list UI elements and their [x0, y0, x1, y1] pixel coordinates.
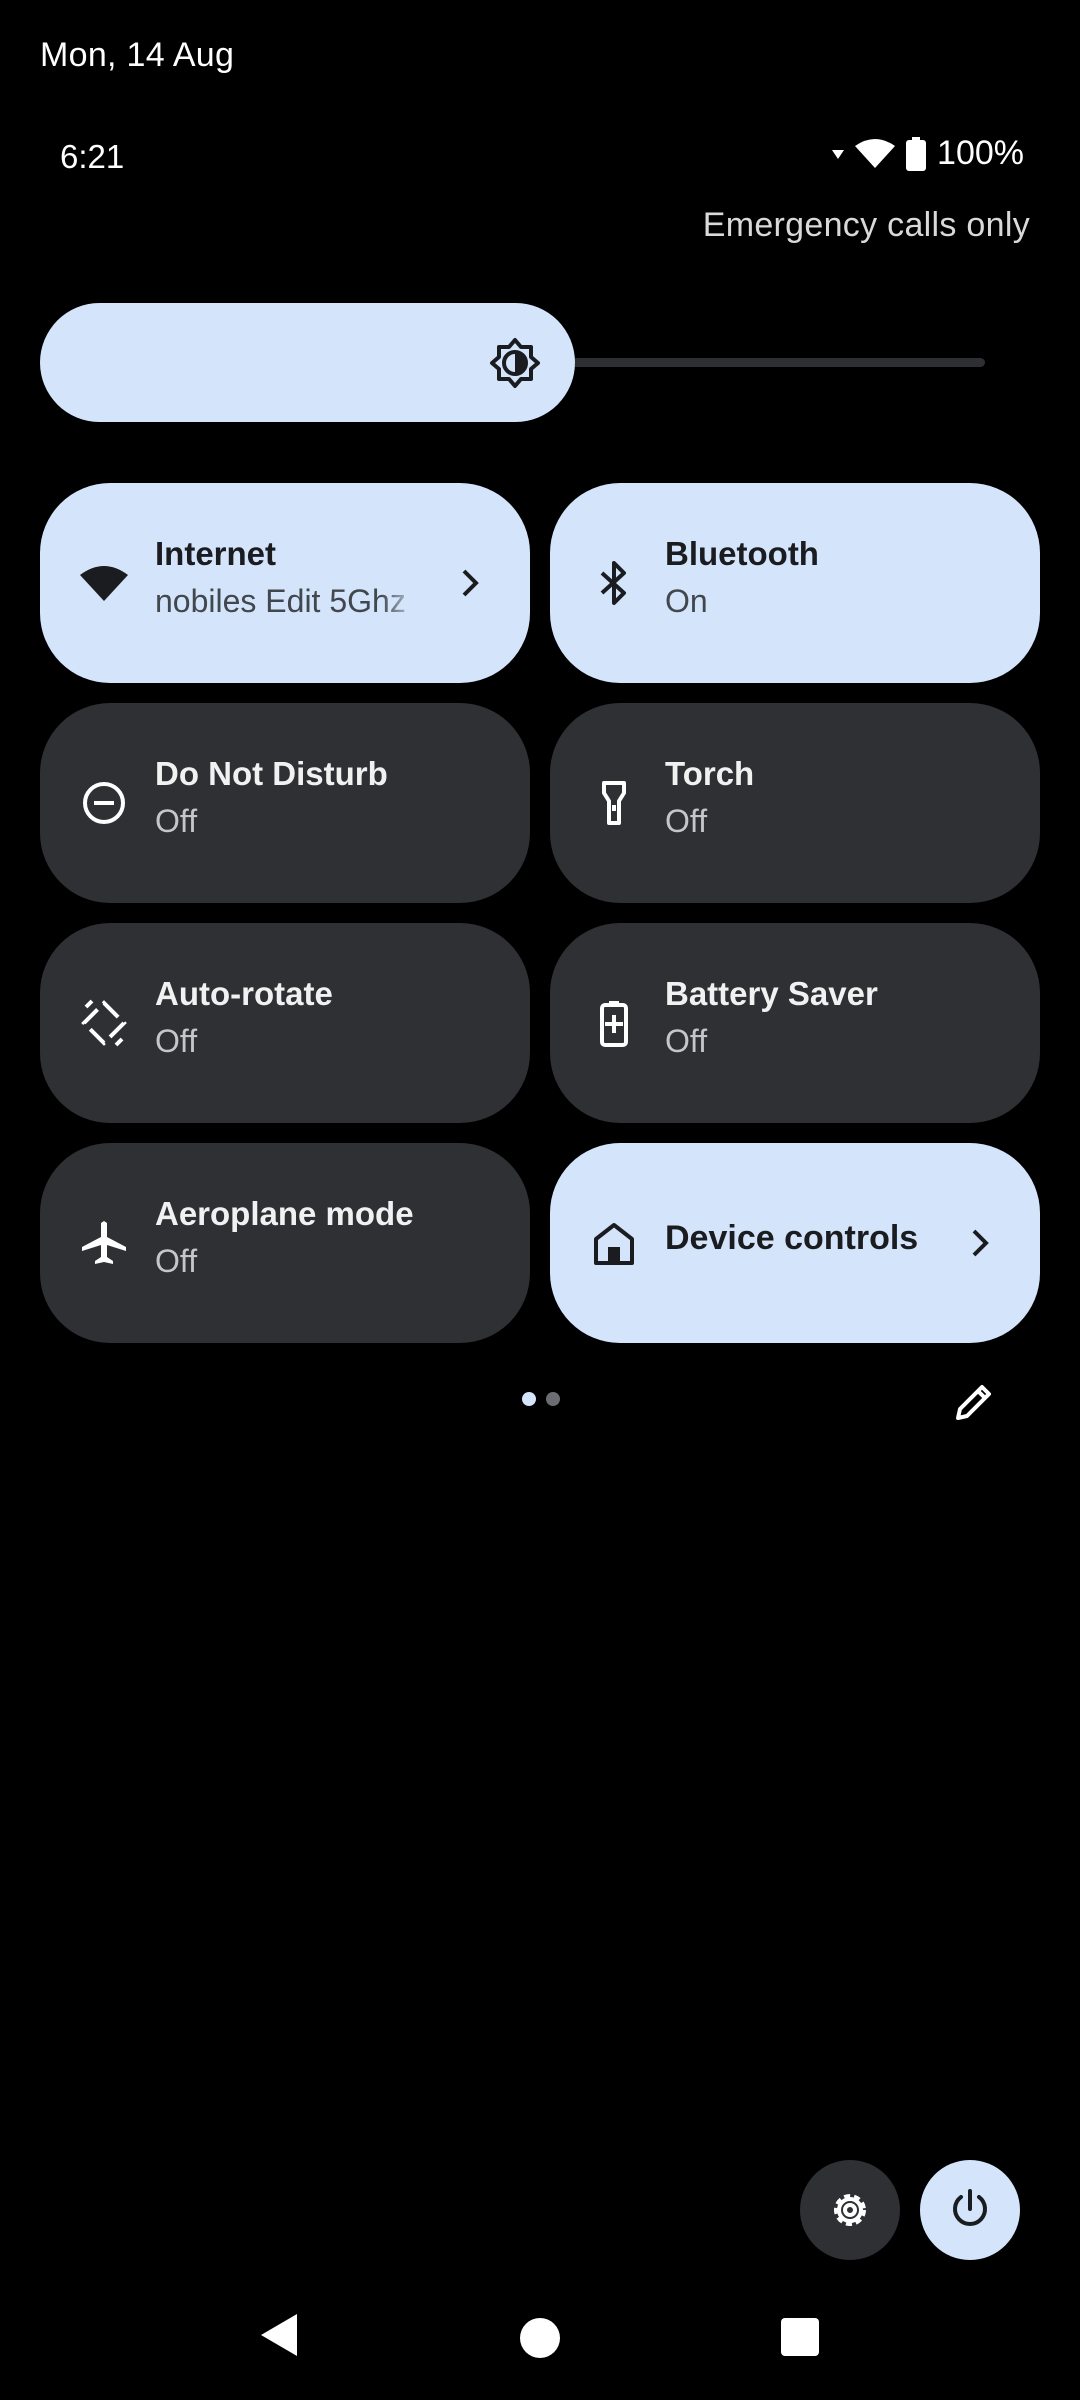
tile-aeroplane-mode[interactable]: Aeroplane mode Off — [40, 1143, 530, 1343]
battery-icon — [906, 136, 927, 171]
chevron-right-icon — [972, 1229, 989, 1257]
tile-torch[interactable]: Torch Off — [550, 703, 1040, 903]
tile-aeroplane-subtitle: Off — [155, 1243, 198, 1279]
airplane-icon — [82, 1221, 126, 1264]
battery-saver-icon — [600, 1001, 628, 1047]
power-button[interactable] — [920, 2160, 1020, 2260]
do-not-disturb-icon — [83, 782, 125, 824]
status-icons: 100% — [831, 134, 1024, 173]
tile-device-controls[interactable]: Device controls — [550, 1143, 1040, 1343]
tile-battery-saver-title: Battery Saver — [665, 975, 878, 1012]
tile-bluetooth-subtitle: On — [665, 583, 708, 619]
tile-torch-subtitle: Off — [665, 803, 708, 839]
signal-indicator-icon — [832, 149, 845, 159]
settings-button[interactable] — [800, 2160, 900, 2260]
tile-internet-title: Internet — [155, 535, 277, 572]
tile-internet[interactable]: Internet nobiles Edit 5Ghz — [40, 483, 530, 683]
tile-battery-saver-subtitle: Off — [665, 1023, 708, 1059]
tile-dnd-title: Do Not Disturb — [155, 755, 388, 792]
gear-icon — [834, 2194, 866, 2226]
page-dot-active — [522, 1392, 536, 1406]
bluetooth-icon — [600, 561, 626, 605]
power-icon — [953, 2189, 987, 2226]
wifi-icon — [80, 566, 128, 601]
tile-torch-title: Torch — [665, 755, 755, 792]
page-indicator — [522, 1392, 560, 1406]
edit-pencil-icon[interactable] — [950, 1378, 998, 1426]
auto-rotate-icon — [81, 999, 127, 1047]
carrier-status: Emergency calls only — [702, 206, 1030, 244]
home-nav-button[interactable] — [520, 2318, 560, 2358]
date-label: Mon, 14 Aug — [40, 36, 235, 74]
tile-dnd-subtitle: Off — [155, 803, 198, 839]
tile-do-not-disturb[interactable]: Do Not Disturb Off — [40, 703, 530, 903]
clock: 6:21 — [60, 138, 125, 175]
tile-device-controls-title: Device controls — [665, 1219, 919, 1257]
battery-percent: 100% — [937, 134, 1024, 172]
brightness-icon — [490, 338, 540, 388]
torch-icon — [602, 781, 626, 825]
tile-aeroplane-title: Aeroplane mode — [155, 1195, 414, 1232]
tile-autorotate-title: Auto-rotate — [155, 975, 333, 1012]
tile-bluetooth[interactable]: Bluetooth On — [550, 483, 1040, 683]
tile-battery-saver[interactable]: Battery Saver Off — [550, 923, 1040, 1123]
home-icon — [594, 1223, 634, 1265]
page-dot — [546, 1392, 560, 1406]
tile-auto-rotate[interactable]: Auto-rotate Off — [40, 923, 530, 1123]
chevron-right-icon — [462, 569, 479, 597]
recents-nav-button[interactable] — [781, 2318, 819, 2356]
tile-autorotate-subtitle: Off — [155, 1023, 198, 1059]
tile-internet-subtitle: nobiles Edit 5Ghz — [155, 583, 406, 619]
tile-bluetooth-title: Bluetooth — [665, 535, 819, 572]
wifi-status-icon — [855, 138, 896, 168]
brightness-slider-track[interactable] — [520, 358, 985, 367]
back-nav-icon[interactable] — [255, 2310, 305, 2360]
